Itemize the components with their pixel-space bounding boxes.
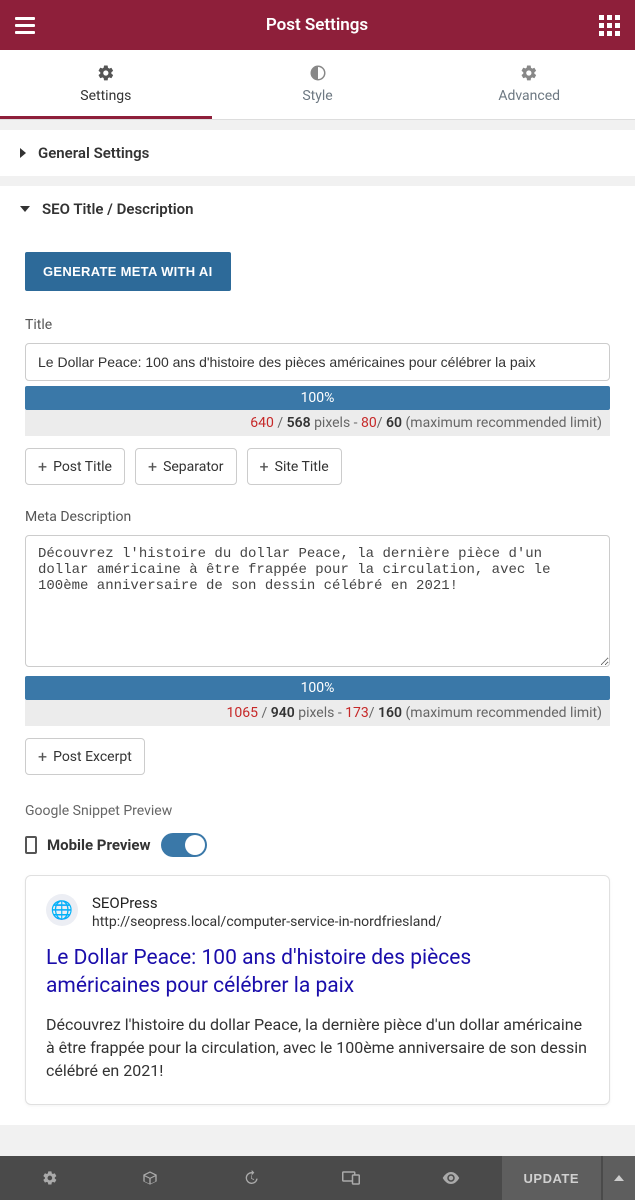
- apps-icon[interactable]: [599, 15, 620, 36]
- chip-post-excerpt[interactable]: +Post Excerpt: [25, 738, 145, 775]
- tab-settings[interactable]: Settings: [0, 50, 212, 119]
- title-pixel-info: 640 / 568 pixels - 80/ 60 (maximum recom…: [25, 410, 610, 436]
- mobile-preview-label: Mobile Preview: [47, 836, 151, 854]
- responsive-icon[interactable]: [301, 1156, 401, 1200]
- google-snippet-card: 🌐 SEOPress http://seopress.local/compute…: [25, 875, 610, 1105]
- section-header-general[interactable]: General Settings: [0, 130, 635, 176]
- snippet-site-name: SEOPress: [92, 894, 442, 912]
- update-options-button[interactable]: [603, 1156, 635, 1200]
- tab-style[interactable]: Style: [212, 50, 424, 119]
- chip-site-title[interactable]: +Site Title: [247, 448, 342, 485]
- tab-advanced[interactable]: Advanced: [423, 50, 635, 119]
- section-title: SEO Title / Description: [42, 200, 194, 218]
- tab-label: Style: [302, 88, 332, 104]
- caret-down-icon: [20, 206, 30, 212]
- caret-right-icon: [20, 148, 26, 158]
- tab-label: Advanced: [498, 88, 560, 104]
- section-title: General Settings: [38, 144, 149, 162]
- mobile-preview-toggle[interactable]: [161, 833, 207, 857]
- snippet-preview-heading: Google Snippet Preview: [25, 803, 610, 819]
- section-header-seo[interactable]: SEO Title / Description: [0, 186, 635, 232]
- app-header: Post Settings: [0, 0, 635, 50]
- section-seo: SEO Title / Description GENERATE META WI…: [0, 186, 635, 1125]
- menu-icon[interactable]: [15, 17, 35, 34]
- globe-icon: 🌐: [46, 894, 78, 926]
- title-input[interactable]: [25, 343, 610, 381]
- meta-progress-bar: 100%: [25, 676, 610, 700]
- generate-meta-ai-button[interactable]: GENERATE META WITH AI: [25, 252, 231, 291]
- navigator-icon[interactable]: [100, 1156, 200, 1200]
- title-label: Title: [25, 317, 610, 333]
- meta-pixel-info: 1065 / 940 pixels - 173/ 160 (maximum re…: [25, 700, 610, 726]
- plus-icon: +: [148, 457, 157, 476]
- chip-post-title[interactable]: +Post Title: [25, 448, 125, 485]
- update-button[interactable]: UPDATE: [502, 1156, 601, 1200]
- title-progress-bar: 100%: [25, 386, 610, 410]
- bottom-bar: UPDATE: [0, 1156, 635, 1200]
- gear-icon: [97, 64, 115, 82]
- plus-icon: +: [260, 457, 269, 476]
- history-icon[interactable]: [201, 1156, 301, 1200]
- snippet-title[interactable]: Le Dollar Peace: 100 ans d'histoire des …: [46, 944, 589, 1001]
- tabs: Settings Style Advanced: [0, 50, 635, 120]
- caret-up-icon: [614, 1175, 624, 1181]
- plus-icon: +: [38, 457, 47, 476]
- section-general: General Settings: [0, 130, 635, 176]
- mobile-icon: [25, 836, 37, 854]
- panel-settings-icon[interactable]: [0, 1156, 100, 1200]
- snippet-description: Découvrez l'histoire du dollar Peace, la…: [46, 1013, 589, 1083]
- preview-icon[interactable]: [401, 1156, 501, 1200]
- meta-label: Meta Description: [25, 509, 610, 525]
- gear-icon: [520, 64, 538, 82]
- contrast-icon: [309, 64, 327, 82]
- meta-description-input[interactable]: [25, 535, 610, 667]
- tab-label: Settings: [80, 88, 131, 104]
- snippet-url: http://seopress.local/computer-service-i…: [92, 914, 442, 930]
- chip-separator[interactable]: +Separator: [135, 448, 237, 485]
- page-title: Post Settings: [266, 15, 368, 35]
- plus-icon: +: [38, 747, 47, 766]
